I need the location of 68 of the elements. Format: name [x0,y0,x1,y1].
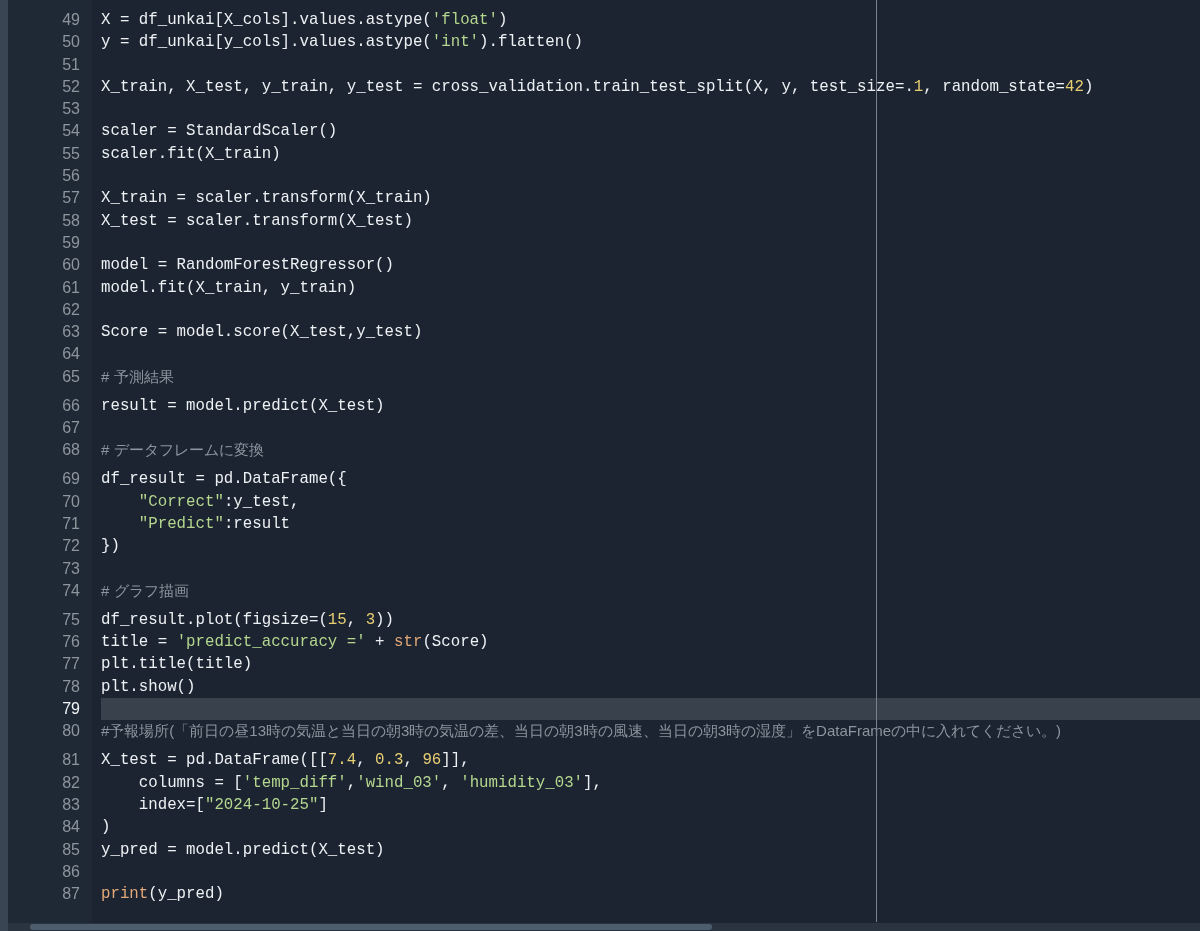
line-number: 63 [62,322,80,343]
line-number: 58 [62,210,80,231]
line-number: 70 [62,491,80,512]
code-line: df_result.plot(figsize=(15, 3)) [101,609,394,631]
code-line: X_train, X_test, y_train, y_test = cross_validation.train_test_split(X, y, test_size=.1, random_state=42) [101,76,1094,98]
line-number: 69 [62,469,80,490]
line-number: 54 [62,121,80,142]
line-number: 52 [62,76,80,97]
line-number: 65 [62,366,80,387]
line-number: 83 [62,794,80,815]
code-line: result = model.predict(X_test) [101,395,385,417]
code-line: ) [101,817,111,839]
code-line: X_test = scaler.transform(X_test) [101,210,413,232]
line-number: 61 [62,277,80,298]
code-line: "Correct":y_test, [137,491,300,513]
line-number: 73 [62,558,80,579]
line-number: 74 [62,580,80,601]
code-line: y_pred = model.predict(X_test) [101,839,385,861]
code-comment: # 予測結果 [101,366,174,387]
line-number: 66 [62,395,80,416]
line-number: 75 [62,609,80,630]
code-line: title = 'predict_accuracy =' + str(Score) [101,632,489,654]
line-number: 78 [62,676,80,697]
code-line: y = df_unkai[y_cols].values.astype('int').flatten() [101,32,584,54]
line-number: 81 [62,750,80,771]
line-number: 49 [62,10,80,30]
line-number: 50 [62,32,80,53]
line-number: 87 [62,884,80,905]
line-number: 53 [62,99,80,120]
code-line: print(y_pred) [101,884,224,906]
scrollbar-thumb[interactable] [30,924,712,930]
code-line: columns = ['temp_diff','wind_03', 'humidity_03'], [137,772,602,794]
code-line: Score = model.score(X_test,y_test) [101,322,423,344]
line-number: 62 [62,299,80,320]
line-number: 71 [62,513,80,534]
line-number: 64 [62,344,80,365]
line-number: 51 [62,54,80,75]
code-line: X_test = pd.DataFrame([[7.4, 0.3, 96]], [101,750,470,772]
line-number: 77 [62,654,80,675]
line-number: 72 [62,536,80,557]
code-line: scaler.fit(X_train) [101,143,281,165]
line-number: 80 [62,721,80,742]
line-number: 67 [62,418,80,439]
code-line: X_train = scaler.transform(X_train) [101,188,432,210]
line-number: 59 [62,232,80,253]
code-line: plt.title(title) [101,654,253,676]
code-line: df_result = pd.DataFrame({ [101,469,347,491]
line-number: 86 [62,861,80,882]
code-line: model = RandomForestRegressor() [101,255,394,277]
code-line: "Predict":result [137,513,291,535]
code-line: }) [101,536,120,558]
code-line: scaler = StandardScaler() [101,121,338,143]
line-number: 82 [62,772,80,793]
code-comment: # グラフ描画 [101,580,189,601]
line-number: 57 [62,188,80,209]
code-line: X = df_unkai[X_cols].values.astype('float') [101,10,508,31]
line-number: 76 [62,632,80,653]
code-line: index=["2024-10-25"] [137,794,328,816]
line-number: 68 [62,440,80,461]
line-number: 85 [62,839,80,860]
code-comment: # データフレームに変換 [101,440,264,461]
line-number: 55 [62,143,80,164]
line-number: 56 [62,166,80,187]
code-line: model.fit(X_train, y_train) [101,277,357,299]
line-number: 79 [62,699,80,719]
line-number: 60 [62,255,80,276]
code-line: plt.show() [101,676,196,698]
line-number: 84 [62,817,80,838]
